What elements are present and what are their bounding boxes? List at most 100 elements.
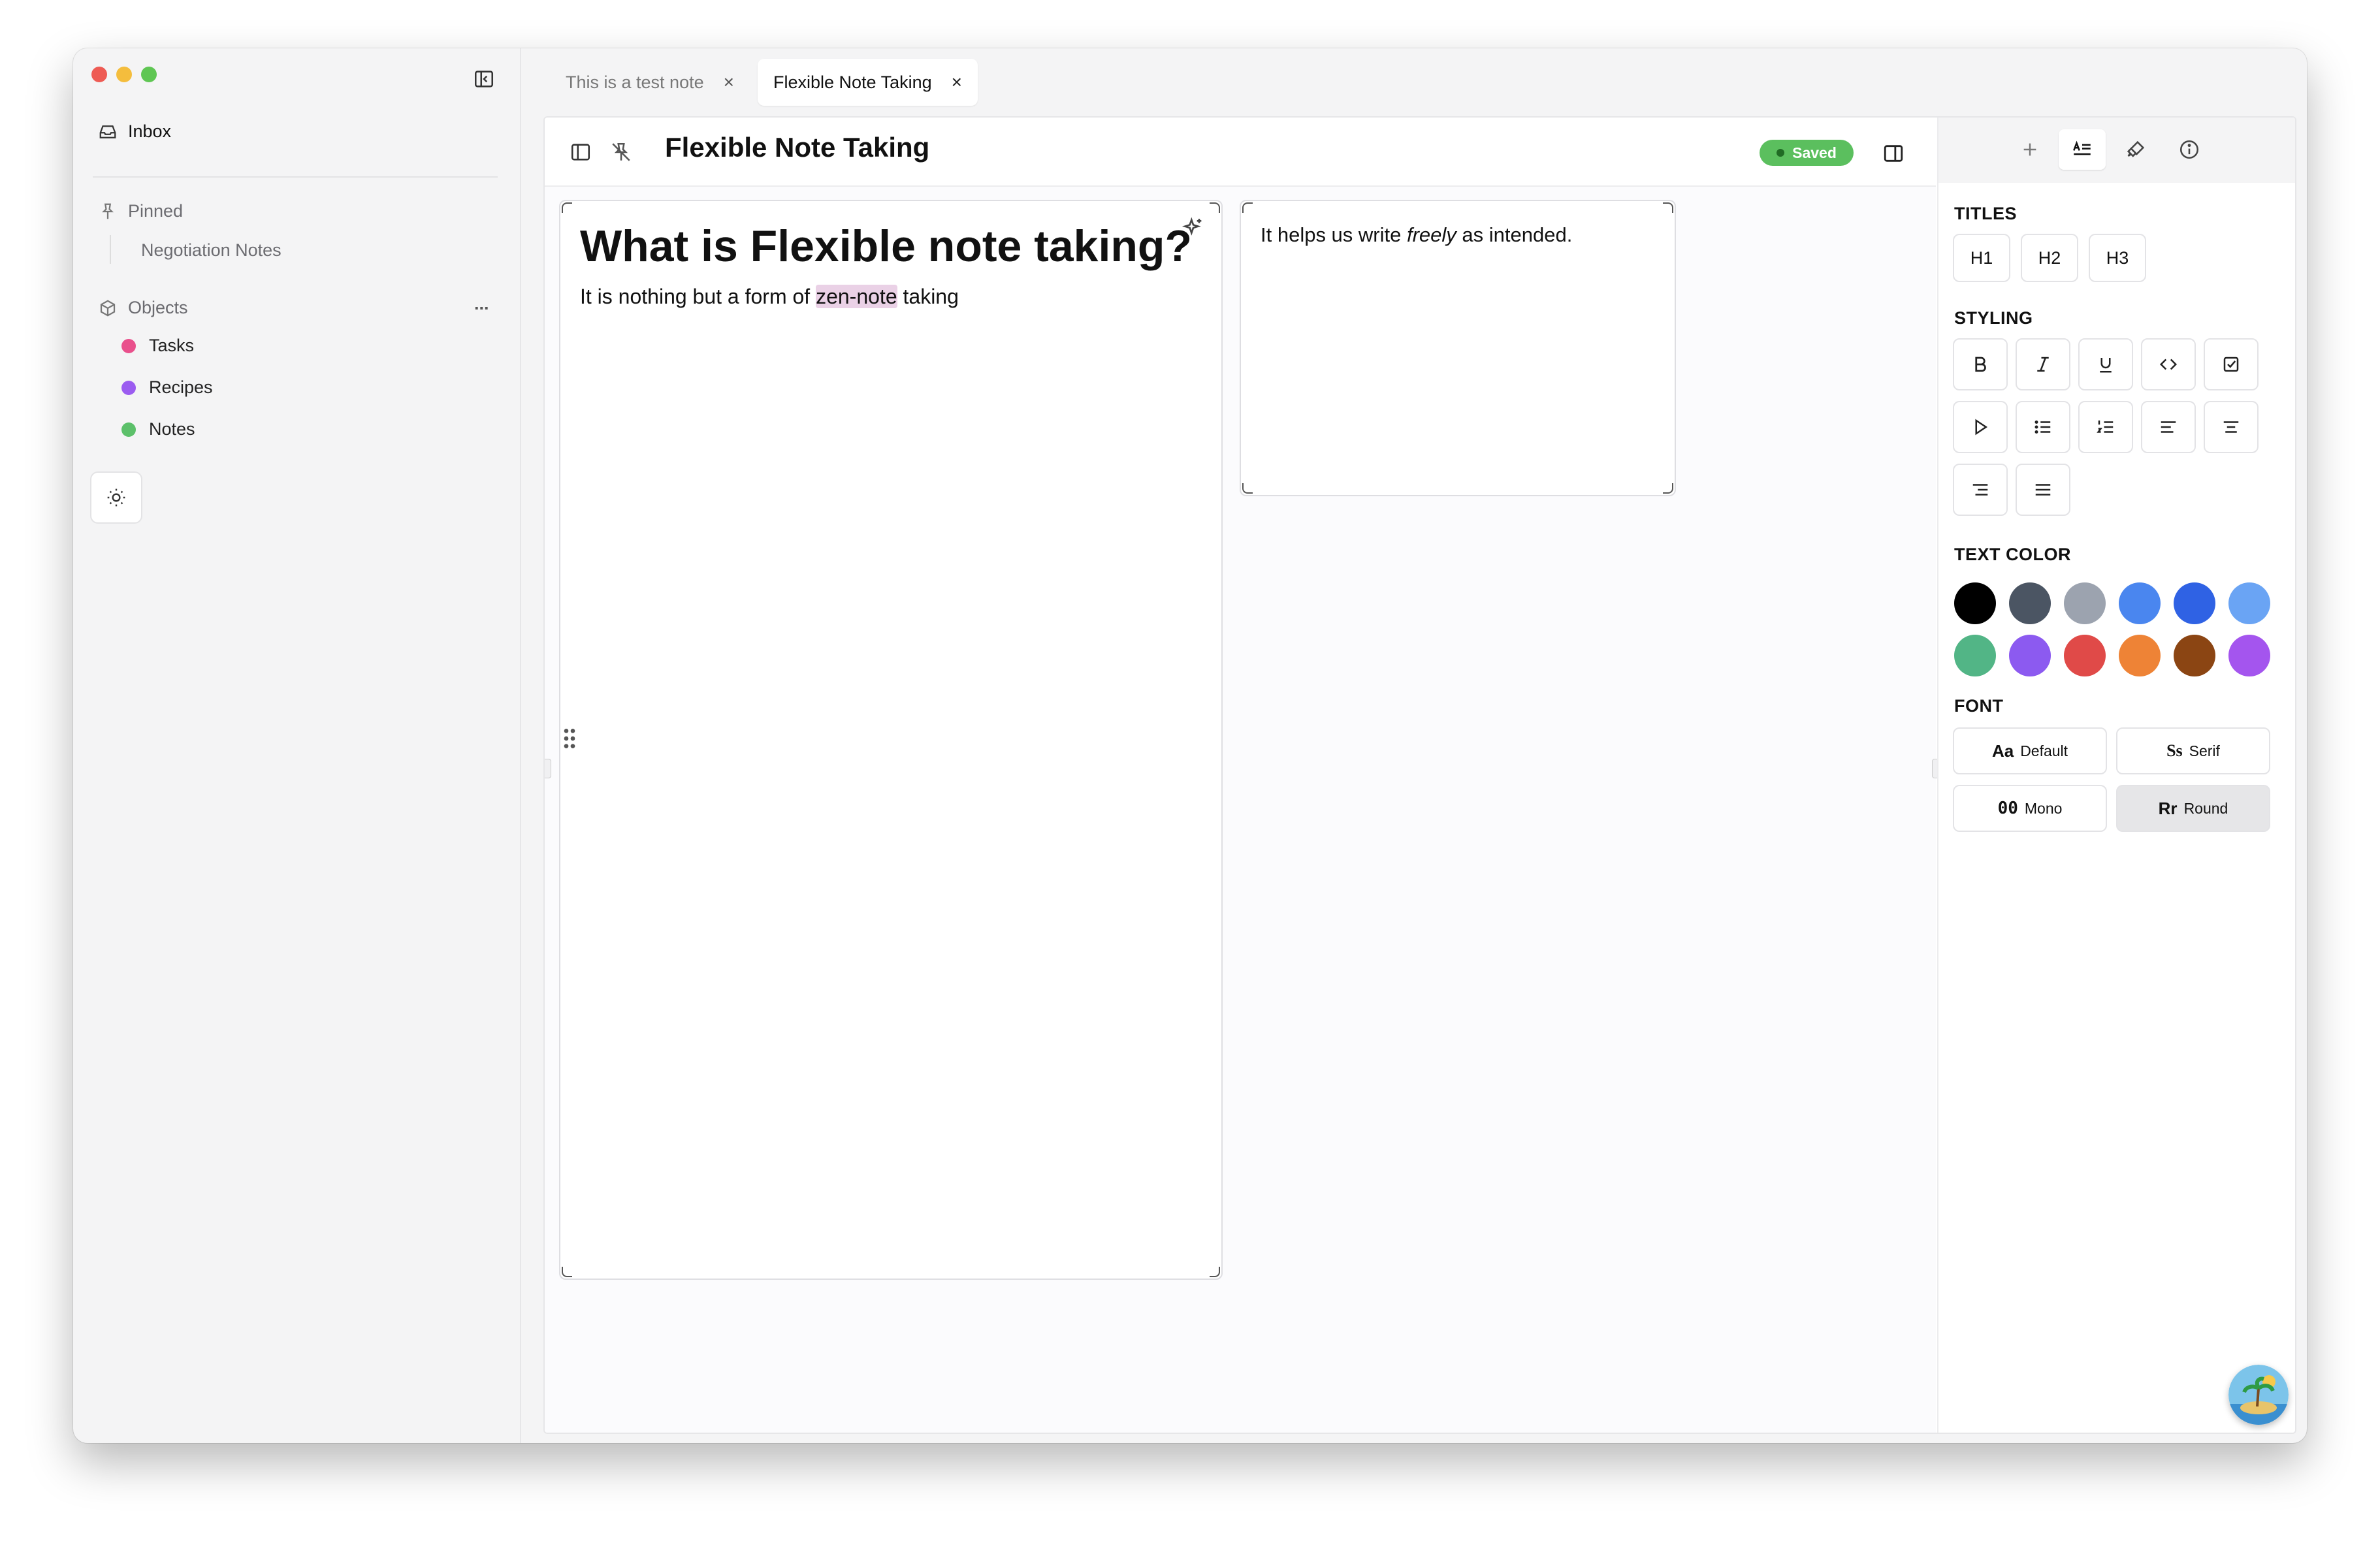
paragraph-text: It is nothing but a form of <box>580 285 816 308</box>
object-label: Recipes <box>149 377 213 397</box>
resize-corner-top-right[interactable] <box>1210 202 1220 213</box>
color-swatch[interactable] <box>2228 582 2270 624</box>
align-center-button[interactable] <box>2204 401 2259 453</box>
italic-text: freely <box>1406 223 1456 246</box>
objects-section-header[interactable]: Objects <box>98 298 188 318</box>
h1-button[interactable]: H1 <box>1953 234 2010 282</box>
cube-icon <box>100 299 116 317</box>
font-label: FONT <box>1954 696 2004 716</box>
color-swatch[interactable] <box>2119 635 2161 676</box>
font-round-button[interactable]: Rr Round <box>2116 785 2270 832</box>
text-color-label: TEXT COLOR <box>1954 545 2071 564</box>
bullet-list-icon <box>2034 421 2051 434</box>
h2-button[interactable]: H2 <box>2021 234 2078 282</box>
paintbrush-icon <box>2127 140 2145 157</box>
block-heading[interactable]: What is Flexible note taking? <box>580 221 1192 272</box>
font-glyph: Aa <box>1991 740 2014 761</box>
sparkle-ai-icon[interactable] <box>1180 215 1206 242</box>
pinned-label: Pinned <box>128 201 184 221</box>
tab-label: Flexible Note Taking <box>773 72 932 92</box>
color-swatch[interactable] <box>2174 582 2215 624</box>
tab-test-note[interactable]: This is a test note × <box>550 59 750 106</box>
block-paragraph[interactable]: It helps us write freely as intended. <box>1261 223 1572 247</box>
checkbox-button[interactable] <box>2204 338 2259 390</box>
code-button[interactable] <box>2141 338 2196 390</box>
left-resize-handle[interactable] <box>545 759 551 778</box>
highlighted-text: zen-note <box>816 285 897 308</box>
resize-corner-bottom-left[interactable] <box>562 1267 572 1277</box>
toggle-right-panel-icon[interactable] <box>1882 142 1905 165</box>
status-label: Saved <box>1792 144 1837 161</box>
underline-icon <box>2100 358 2112 373</box>
color-swatch[interactable] <box>1954 635 1996 676</box>
checkbox-icon <box>2223 357 2239 372</box>
sidebar-item-negotiation-notes[interactable]: Negotiation Notes <box>141 240 281 261</box>
note-title[interactable]: Flexible Note Taking <box>665 132 929 163</box>
paragraph-text: taking <box>897 285 959 308</box>
align-right-icon <box>1972 484 1988 496</box>
resize-corner-top-left[interactable] <box>562 202 572 213</box>
block-paragraph[interactable]: It is nothing but a form of zen-note tak… <box>580 285 959 309</box>
color-swatch[interactable] <box>2228 635 2270 676</box>
numbered-list-button[interactable] <box>2078 401 2133 453</box>
align-left-button[interactable] <box>2141 401 2196 453</box>
objects-label: Objects <box>128 298 188 317</box>
font-serif-button[interactable]: Ss Serif <box>2116 727 2270 774</box>
color-swatch[interactable] <box>2064 582 2106 624</box>
align-right-button[interactable] <box>1953 464 2008 516</box>
code-icon <box>2159 358 2178 370</box>
bullet-list-button[interactable] <box>2016 401 2070 453</box>
close-tab-icon[interactable]: × <box>952 72 962 93</box>
saved-status-badge: Saved <box>1760 140 1854 166</box>
underline-button[interactable] <box>2078 338 2133 390</box>
close-tab-icon[interactable]: × <box>724 72 734 93</box>
more-icon: ... <box>474 294 489 313</box>
sidebar-panel-icon[interactable] <box>570 141 592 163</box>
color-swatch[interactable] <box>2009 635 2051 676</box>
pinned-section-header[interactable]: Pinned <box>98 201 183 221</box>
color-swatch[interactable] <box>1954 582 1996 624</box>
tab-flexible-note-taking[interactable]: Flexible Note Taking × <box>758 59 978 106</box>
bold-button[interactable] <box>1953 338 2008 390</box>
info-tab[interactable] <box>2166 129 2213 170</box>
color-swatch[interactable] <box>2009 582 2051 624</box>
sidebar-collapse-icon[interactable] <box>473 68 495 90</box>
resize-corner-bottom-right[interactable] <box>1663 483 1673 494</box>
note-block-1[interactable]: What is Flexible note taking? It is noth… <box>559 200 1223 1280</box>
paragraph-text: as intended. <box>1456 223 1573 246</box>
drag-handle-icon[interactable] <box>563 727 576 750</box>
objects-more-button[interactable]: ... <box>474 294 489 314</box>
sidebar-item-inbox[interactable]: Inbox <box>98 121 171 142</box>
toggle-button[interactable] <box>1953 401 2008 453</box>
resize-corner-top-right[interactable] <box>1663 202 1673 213</box>
island-avatar-icon <box>2228 1365 2289 1425</box>
avatar[interactable] <box>2228 1365 2289 1425</box>
text-format-icon <box>2073 140 2091 155</box>
resize-corner-top-left[interactable] <box>1242 202 1253 213</box>
sidebar-item-recipes[interactable]: Recipes <box>121 377 213 398</box>
font-mono-button[interactable]: 00 Mono <box>1953 785 2107 832</box>
object-label: Notes <box>149 419 195 439</box>
align-justify-icon <box>2035 484 2051 496</box>
note-canvas[interactable]: What is Flexible note taking? It is noth… <box>545 187 1936 1433</box>
resize-corner-bottom-right[interactable] <box>1210 1267 1220 1277</box>
font-default-button[interactable]: Aa Default <box>1953 727 2107 774</box>
theme-toggle-button[interactable] <box>90 471 142 524</box>
notes-color-dot <box>121 422 136 437</box>
text-format-tab[interactable] <box>2059 129 2106 170</box>
unpin-icon[interactable] <box>610 141 632 163</box>
note-block-2[interactable]: It helps us write freely as intended. <box>1240 200 1676 496</box>
italic-button[interactable] <box>2016 338 2070 390</box>
resize-corner-bottom-left[interactable] <box>1242 483 1253 494</box>
sidebar-item-tasks[interactable]: Tasks <box>121 336 194 356</box>
add-button[interactable] <box>2006 129 2053 170</box>
styling-label: STYLING <box>1954 308 2033 328</box>
color-swatch[interactable] <box>2064 635 2106 676</box>
style-tab[interactable] <box>2112 129 2159 170</box>
h3-button[interactable]: H3 <box>2089 234 2146 282</box>
align-justify-button[interactable] <box>2016 464 2070 516</box>
italic-icon <box>2037 357 2049 372</box>
color-swatch[interactable] <box>2119 582 2161 624</box>
sidebar-item-notes[interactable]: Notes <box>121 419 195 439</box>
color-swatch[interactable] <box>2174 635 2215 676</box>
